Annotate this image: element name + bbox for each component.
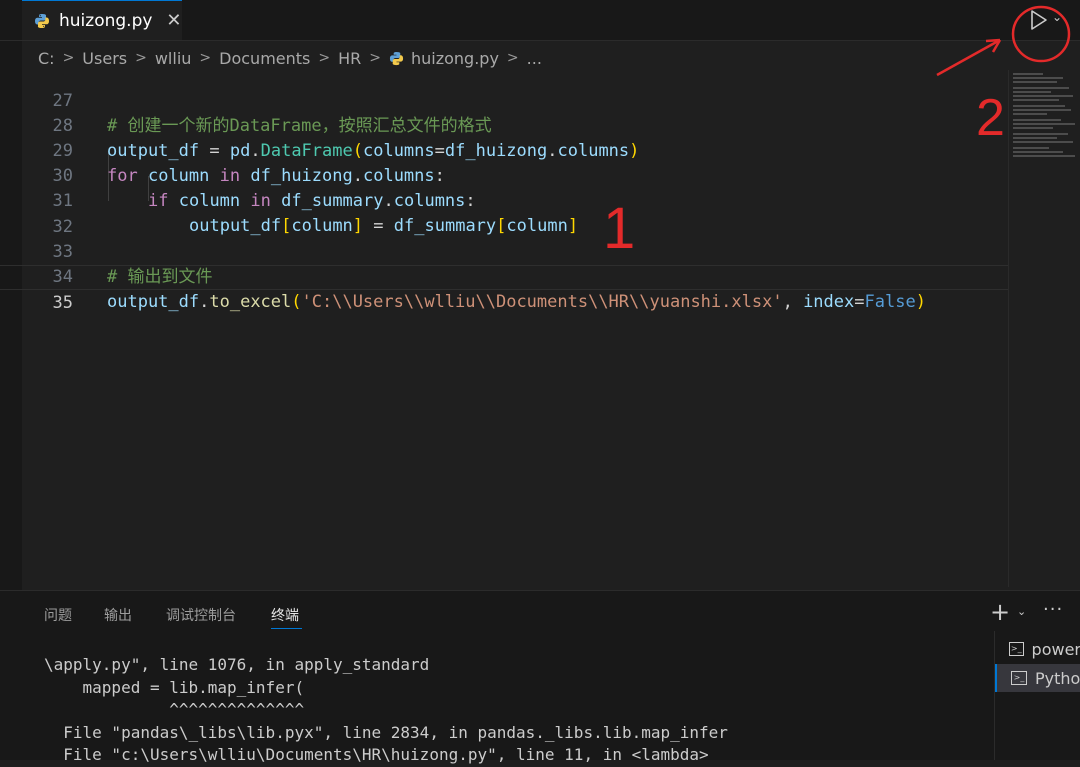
breadcrumb-item[interactable]: ...	[527, 49, 542, 68]
chevron-right-icon: >	[369, 50, 381, 66]
terminal-line: mapped = lib.map_infer(	[44, 677, 305, 697]
breadcrumb-item[interactable]: huizong.py	[411, 49, 499, 68]
breadcrumb-item[interactable]: HR	[338, 49, 361, 68]
more-actions-icon[interactable]: ···	[1043, 599, 1063, 620]
breadcrumb-item[interactable]: wlliu	[155, 49, 192, 68]
annotation-number-2: 2	[976, 89, 1005, 147]
terminal-line: File "c:\Users\wlliu\Documents\HR\huizon…	[44, 745, 709, 764]
terminal-output[interactable]: \apply.py", line 1076, in apply_standard…	[44, 654, 728, 767]
tab-terminal[interactable]: 终端	[271, 605, 299, 625]
line-number: 35	[52, 293, 73, 313]
chevron-right-icon: >	[135, 50, 147, 66]
code-line: 28 output_df = pd.DataFrame(columns=df_h…	[0, 89, 1008, 161]
code-line: 34 output_df.to_excel('C:\\Users\\wlliu\…	[0, 240, 1008, 312]
bottom-panel: 问题 输出 调试控制台 终端 + ⌄ ··· \apply.py", line …	[0, 590, 1080, 764]
annotation-arrowhead	[985, 38, 1002, 53]
code-editor[interactable]: 27 # 创建一个新的DataFrame，按照汇总文件的格式 28 output…	[0, 72, 1008, 587]
terminal-session-powershell[interactable]: >_ power	[995, 635, 1080, 663]
chevron-right-icon: >	[318, 50, 331, 66]
terminal-icon: >_	[1009, 642, 1024, 656]
tab-output[interactable]: 输出	[104, 605, 132, 625]
play-icon	[1031, 10, 1047, 30]
close-icon[interactable]: ✕	[166, 10, 181, 31]
code-text: output_df.to_excel('C:\\Users\\wlliu\\Do…	[107, 292, 926, 312]
minimap[interactable]	[1008, 70, 1080, 587]
code-line: 29 for column in df_huizong.columns:	[0, 114, 1008, 186]
tab-huizong[interactable]: huizong.py ✕	[22, 0, 182, 40]
tab-title: huizong.py	[59, 10, 153, 31]
active-tab-indicator	[271, 628, 302, 629]
new-terminal-plus-icon[interactable]: +	[990, 598, 1010, 626]
breadcrumb-item[interactable]: Documents	[219, 49, 310, 68]
annotation-arrow	[936, 38, 1001, 77]
terminal-icon: >_	[1011, 671, 1027, 685]
annotation-number-1: 1	[603, 196, 636, 261]
breadcrumb-item[interactable]: C:	[38, 49, 55, 68]
breadcrumb-item[interactable]: Users	[82, 49, 127, 68]
editor-tab-bar: huizong.py ✕ ⌄	[0, 0, 1080, 41]
chevron-right-icon: >	[62, 50, 75, 66]
chevron-right-icon: >	[199, 50, 212, 66]
tab-problems[interactable]: 问题	[44, 605, 72, 625]
code-line: 30 if column in df_summary.columns:	[0, 139, 1008, 211]
chevron-down-icon[interactable]: ⌄	[1052, 10, 1062, 24]
run-python-file-button[interactable]	[1026, 8, 1052, 32]
terminal-line: ^^^^^^^^^^^^^^	[44, 700, 305, 719]
terminal-line: \apply.py", line 1076, in apply_standard	[44, 655, 430, 674]
terminal-line: File "pandas\_libs\lib.pyx", line 2834, …	[44, 722, 728, 742]
python-file-icon	[35, 13, 49, 28]
code-line: 32	[0, 190, 1008, 237]
terminal-session-label: Pytho	[1035, 668, 1080, 688]
code-line: 33 # 输出到文件	[0, 215, 1008, 287]
chevron-right-icon: >	[506, 50, 519, 66]
code-line: 27 # 创建一个新的DataFrame，按照汇总文件的格式	[0, 72, 1008, 136]
terminal-session-label: power	[1031, 639, 1080, 659]
chevron-down-icon[interactable]: ⌄	[1017, 605, 1026, 618]
breadcrumb: C: > Users > wlliu > Documents > HR > hu…	[38, 46, 542, 70]
code-line-current: 35	[0, 265, 1008, 313]
tab-debug-console[interactable]: 调试控制台	[166, 605, 236, 625]
code-line: 31 output_df[column] = df_summary[column…	[0, 164, 1008, 236]
terminal-session-list: >_ power >_ Pytho	[994, 631, 1080, 760]
python-file-icon	[389, 51, 404, 65]
terminal-session-python[interactable]: >_ Pytho	[995, 664, 1080, 692]
